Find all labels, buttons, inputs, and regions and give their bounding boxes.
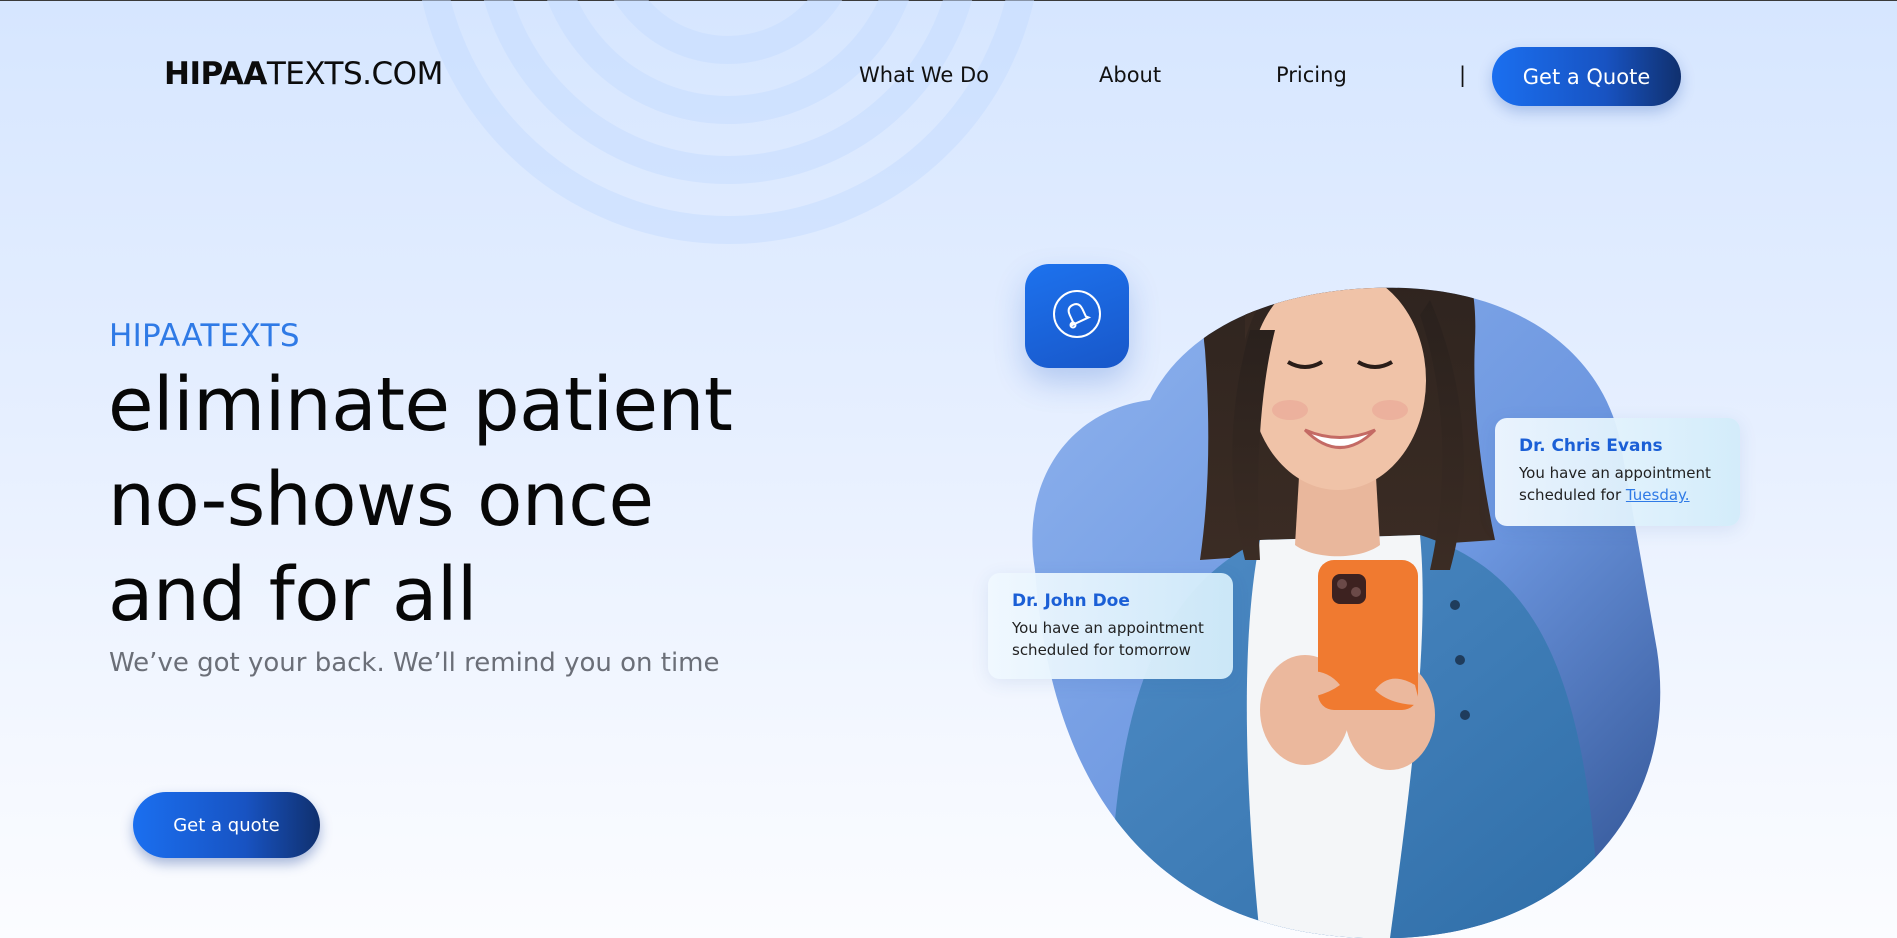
- nav-about[interactable]: About: [1099, 63, 1161, 87]
- top-border: [0, 0, 1897, 1]
- get-a-quote-button[interactable]: Get a Quote: [1492, 47, 1681, 106]
- card-message-prefix: scheduled for: [1519, 486, 1626, 504]
- card-doctor-name: Dr. John Doe: [1012, 591, 1130, 611]
- site-logo[interactable]: HIPAATEXTS.COM: [164, 56, 443, 92]
- card-message-line-2: scheduled for Tuesday.: [1519, 484, 1716, 506]
- hero-headline: eliminate patient no-shows once and for …: [108, 358, 808, 643]
- bell-icon: [1051, 288, 1103, 344]
- headline-line-1: eliminate patient: [108, 362, 733, 448]
- hero-eyebrow: HIPAATEXTS: [109, 318, 300, 354]
- logo-bold-text: HIPAA: [164, 56, 267, 92]
- appointment-day-link[interactable]: Tuesday.: [1626, 486, 1690, 504]
- hero-subtitle: We’ve got your back. We’ll remind you on…: [109, 648, 720, 678]
- card-message: You have an appointment scheduled for to…: [1012, 617, 1209, 661]
- notification-card-john-doe: Dr. John Doe You have an appointment sch…: [988, 573, 1233, 679]
- card-message-line-2: scheduled for tomorrow: [1012, 641, 1191, 659]
- card-doctor-name: Dr. Chris Evans: [1519, 436, 1663, 456]
- notification-bell-button[interactable]: [1025, 264, 1129, 368]
- nav-what-we-do[interactable]: What We Do: [859, 63, 989, 87]
- card-message-line-1: You have an appointment: [1519, 464, 1711, 482]
- logo-rest-text: TEXTS.COM: [266, 56, 443, 92]
- headline-line-3: and for all: [108, 552, 477, 638]
- hero-photo: [1032, 287, 1661, 938]
- nav-separator: |: [1459, 63, 1467, 87]
- headline-line-2: no-shows once: [108, 457, 654, 543]
- nav-pricing[interactable]: Pricing: [1276, 63, 1347, 87]
- card-message-line-1: You have an appointment: [1012, 619, 1204, 637]
- card-message: You have an appointment scheduled for Tu…: [1519, 462, 1716, 506]
- notification-card-chris-evans: Dr. Chris Evans You have an appointment …: [1495, 418, 1740, 526]
- hero-get-a-quote-button[interactable]: Get a quote: [133, 792, 320, 858]
